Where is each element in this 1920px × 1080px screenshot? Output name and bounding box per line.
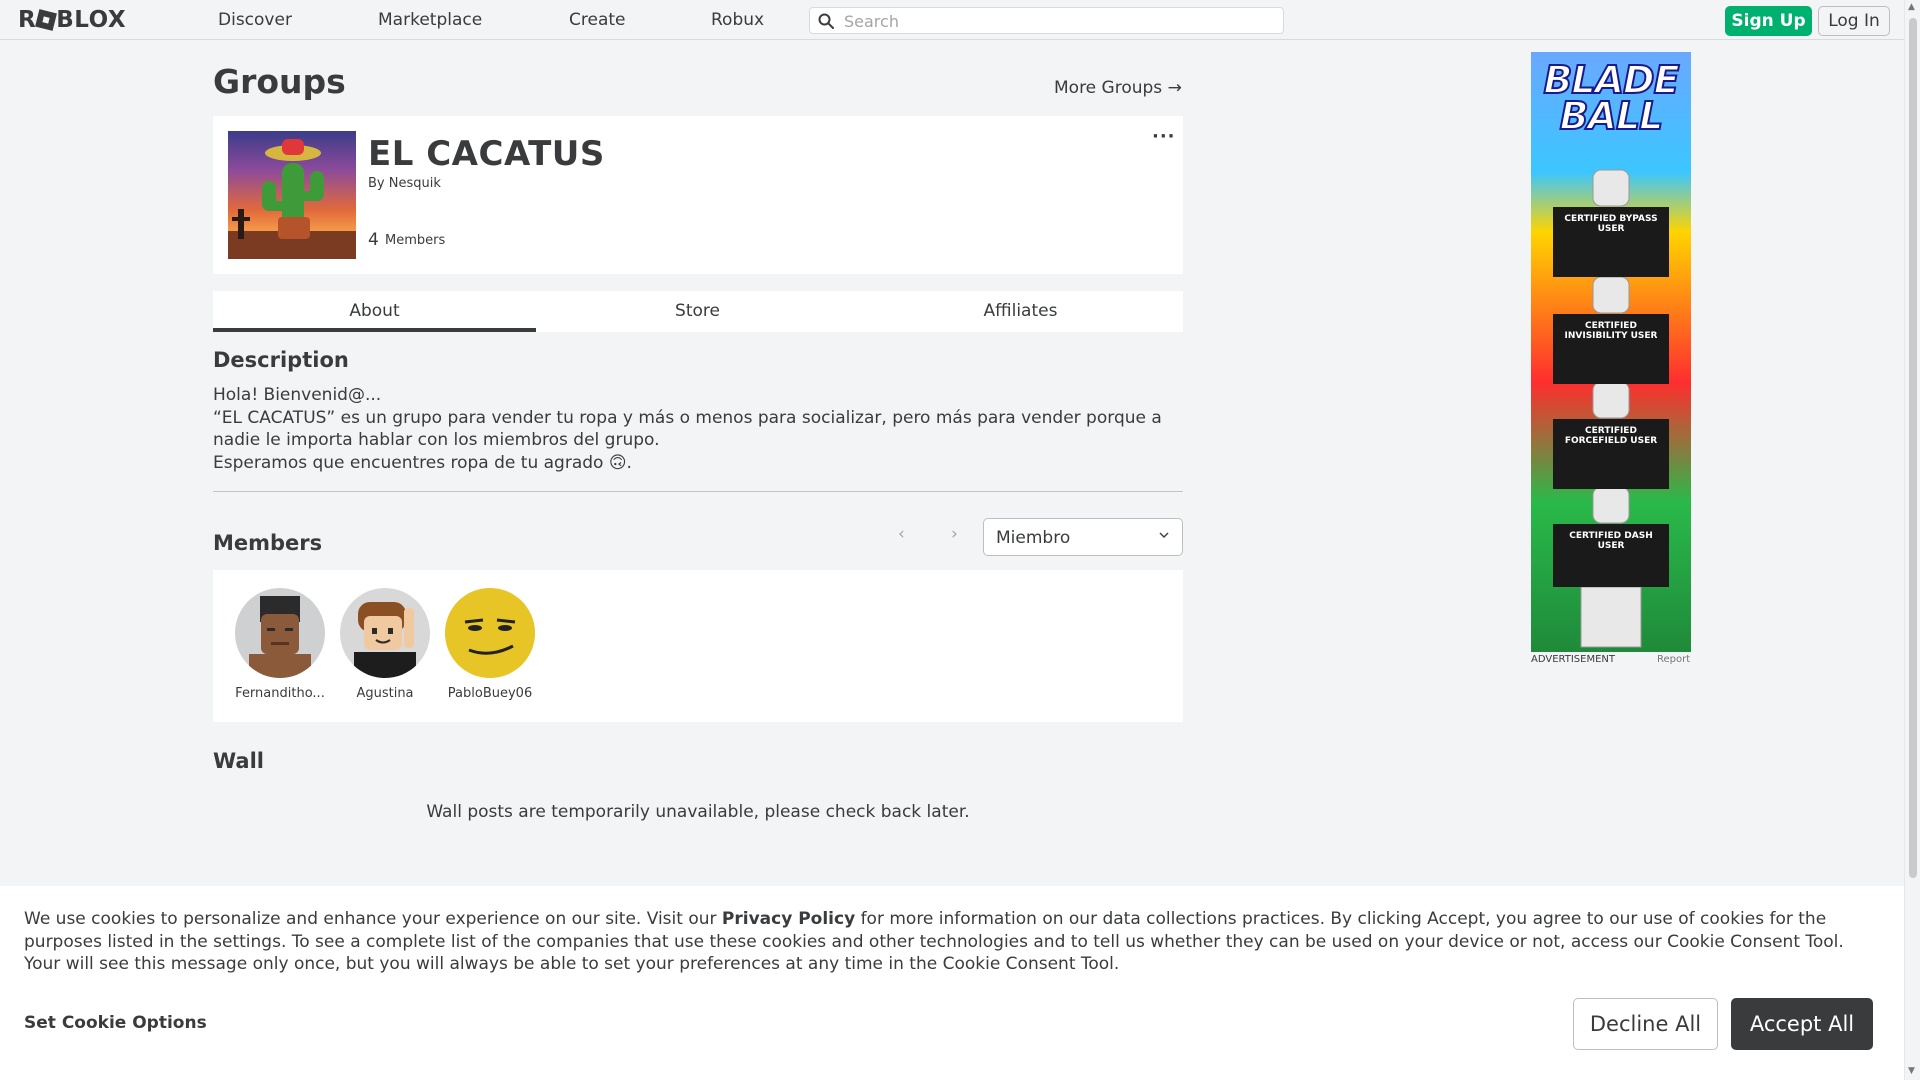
set-cookie-options-link[interactable]: Set Cookie Options [24, 1013, 207, 1033]
member-name: Agustina [356, 686, 414, 701]
tab-about[interactable]: About [213, 291, 536, 332]
scroll-up-icon[interactable]: ▲ [1908, 2, 1915, 12]
member-count-label: Members [385, 233, 446, 248]
decline-all-button[interactable]: Decline All [1573, 998, 1718, 1050]
members-heading: Members [213, 531, 323, 555]
tab-affiliates[interactable]: Affiliates [859, 291, 1182, 332]
member-count: 4 [368, 230, 379, 250]
member-name: PabloBuey06 [447, 686, 533, 701]
group-owner-link[interactable]: Nesquik [389, 176, 441, 191]
top-navigation-bar: R BLOX Discover Marketplace Create Robux … [0, 0, 1904, 40]
chevron-down-icon [1159, 532, 1169, 538]
cactus-illustration [228, 139, 356, 259]
cookie-consent-banner: We use cookies to personalize and enhanc… [0, 886, 1904, 1080]
log-in-button[interactable]: Log In [1818, 6, 1890, 36]
wall-unavailable-message: Wall posts are temporarily unavailable, … [426, 802, 970, 822]
group-owner-prefix: By [368, 176, 385, 191]
ad-artwork [1553, 169, 1669, 648]
search-icon [818, 13, 834, 29]
group-name: EL CACATUS [368, 134, 605, 174]
page-title: Groups [213, 62, 346, 101]
search-input[interactable] [844, 10, 1274, 32]
sign-up-button[interactable]: Sign Up [1725, 6, 1812, 36]
section-divider [213, 491, 1183, 492]
more-dots-icon[interactable]: ··· [1152, 126, 1176, 147]
description-line: “EL CACATUS” es un grupo para vender tu … [213, 407, 1162, 428]
wall-heading: Wall [213, 749, 264, 773]
search-box[interactable] [809, 7, 1284, 34]
roblox-logo[interactable]: R BLOX [18, 8, 126, 32]
chevron-right-icon[interactable]: › [951, 524, 958, 544]
nav-robux[interactable]: Robux [711, 10, 764, 30]
nav-create[interactable]: Create [569, 10, 626, 30]
ad-shirt-text: CERTIFIED DASH USER [1569, 531, 1653, 551]
group-owner-line: By Nesquik [368, 176, 441, 191]
cookie-message: We use cookies to personalize and enhanc… [24, 908, 1884, 976]
description-heading: Description [213, 348, 349, 372]
group-header-card: EL CACATUS By Nesquik 4 Members ··· [213, 116, 1183, 274]
list-item[interactable]: PabloBuey06 [440, 588, 540, 701]
chevron-left-icon[interactable]: ‹ [898, 524, 905, 544]
scroll-down-icon[interactable]: ▼ [1908, 1066, 1915, 1076]
avatar [445, 588, 535, 678]
description-line: nadie le importa hablar con los miembros… [213, 430, 660, 450]
ad-shirt-text: CERTIFIED INVISIBILITY USER [1564, 321, 1658, 341]
avatar [340, 588, 430, 678]
description-line: Esperamos que encuentres ropa de tu agra… [213, 452, 632, 473]
advertisement-label: ADVERTISEMENT [1531, 654, 1616, 665]
avatar [235, 588, 325, 678]
group-emblem-image [228, 131, 356, 259]
report-ad-link[interactable]: Report [1657, 654, 1690, 665]
accept-all-button[interactable]: Accept All [1731, 998, 1873, 1050]
list-item[interactable]: Agustina [335, 588, 435, 701]
advertisement-banner[interactable]: BLADE BALL CERTIFIED BYPASS USER CERTIFI… [1531, 52, 1691, 652]
ad-shirt-text: CERTIFIED FORCEFIELD USER [1564, 426, 1658, 446]
ad-shirt-text: CERTIFIED BYPASS USER [1564, 214, 1658, 234]
group-tabs: About Store Affiliates [213, 291, 1183, 332]
list-item[interactable]: Fernanditho... [230, 588, 330, 701]
cookie-text-before: We use cookies to personalize and enhanc… [24, 909, 722, 929]
nav-discover[interactable]: Discover [218, 10, 292, 30]
description-text: Hola! Bienvenid@... “EL CACATUS” es un g… [213, 384, 1183, 474]
members-list: Fernanditho... Agustina PabloBuey06 [213, 570, 1183, 722]
role-dropdown-value: Miembro [996, 528, 1071, 548]
page-scrollbar[interactable]: ▲ ▼ [1904, 0, 1920, 1080]
member-name: Fernanditho... [235, 686, 325, 701]
role-dropdown[interactable]: Miembro [983, 518, 1183, 556]
more-groups-link[interactable]: More Groups → [1054, 78, 1182, 98]
description-line: Hola! Bienvenid@... [213, 385, 382, 405]
scrollbar-thumb[interactable] [1909, 18, 1917, 878]
nav-marketplace[interactable]: Marketplace [378, 10, 482, 30]
privacy-policy-link[interactable]: Privacy Policy [722, 909, 855, 929]
tab-store[interactable]: Store [536, 291, 859, 332]
